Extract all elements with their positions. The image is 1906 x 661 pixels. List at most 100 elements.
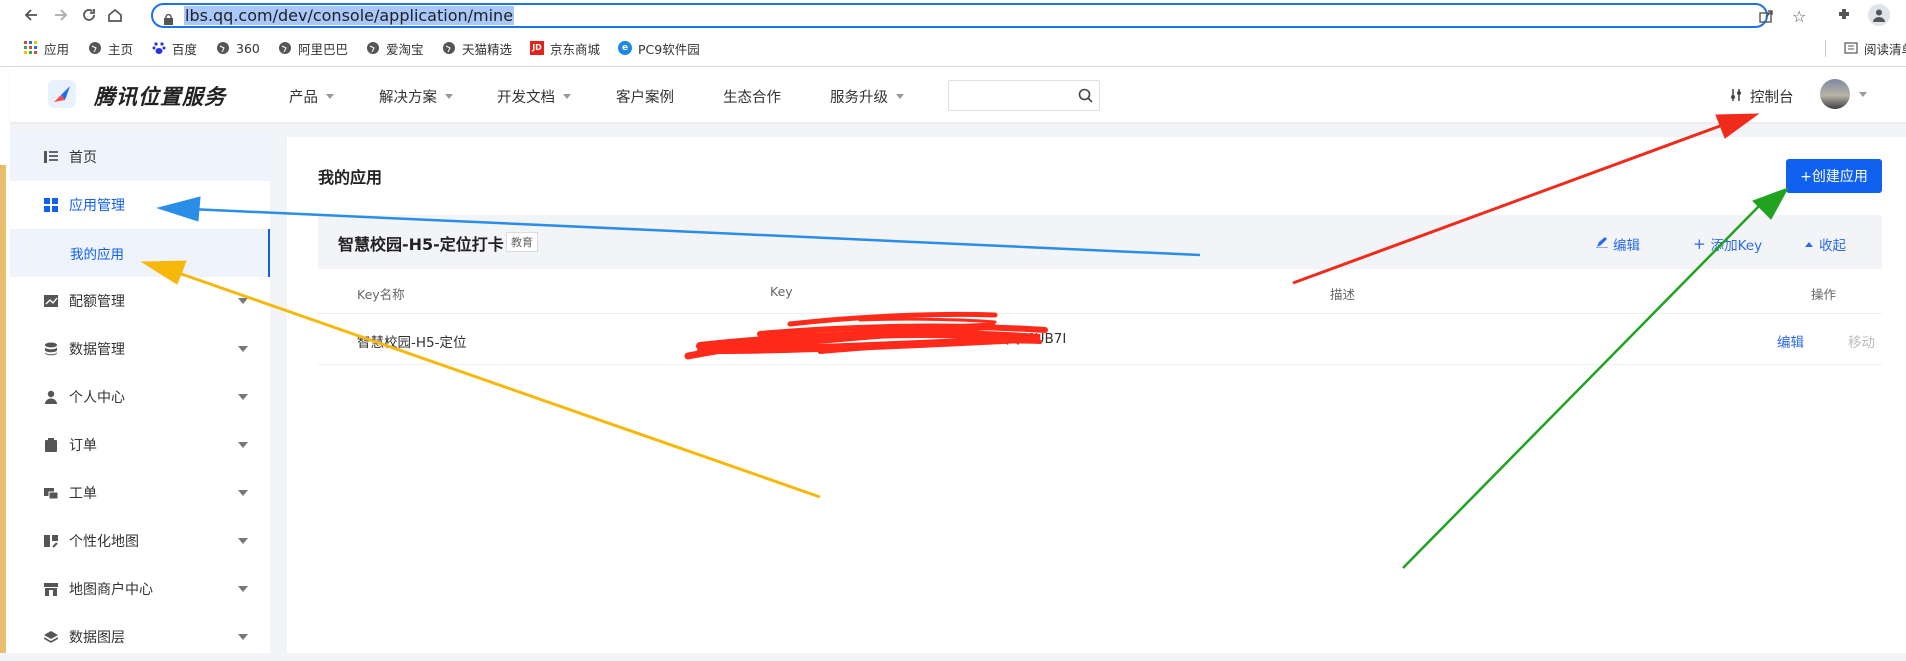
table-header-key: Key	[770, 284, 793, 299]
home-icon[interactable]	[104, 4, 126, 26]
avatar[interactable]	[1820, 79, 1850, 109]
apps-grid-icon	[44, 198, 58, 212]
chevron-down-icon	[238, 394, 248, 400]
chevron-down-icon	[238, 538, 248, 544]
search-icon[interactable]	[1078, 88, 1093, 107]
sidebar-item-tickets[interactable]: 工单	[10, 469, 270, 517]
nav-docs[interactable]: 开发文档	[497, 86, 571, 107]
bookmark-home[interactable]: 主页	[88, 38, 133, 58]
sidebar-item-app-management[interactable]: 应用管理	[10, 181, 270, 229]
pencil-icon	[1596, 236, 1608, 252]
chevron-down-icon	[445, 94, 453, 99]
chevron-down-icon[interactable]	[1859, 92, 1867, 97]
bookmark-star-icon[interactable]: ☆	[1792, 7, 1806, 26]
table-header-desc: 描述	[1330, 287, 1356, 302]
globe-icon	[442, 41, 456, 55]
store-icon	[44, 582, 58, 596]
globe-icon	[366, 41, 380, 55]
quota-chart-icon	[44, 294, 58, 308]
triangle-up-icon	[1805, 241, 1813, 247]
bookmark-baidu[interactable]: 百度	[152, 38, 197, 58]
sidebar-item-merchant[interactable]: 地图商户中心	[10, 565, 270, 613]
table-row: 智慧校园-H5-定位 -AQQ-6UB7I 编辑 移动	[318, 313, 1882, 365]
left-gold-bar	[0, 165, 6, 653]
chevron-down-icon	[238, 634, 248, 640]
lock-icon	[164, 10, 173, 25]
reading-list[interactable]: 阅读清单	[1844, 38, 1906, 58]
chevron-down-icon	[326, 94, 334, 99]
chevron-down-icon	[238, 346, 248, 352]
key-value-cell: -AQQ-6UB7I	[986, 331, 1067, 347]
table-header-key-name: Key名称	[357, 287, 405, 302]
sidebar-item-home[interactable]: 首页	[10, 133, 270, 181]
bookmark-tmall[interactable]: 天猫精选	[442, 38, 512, 58]
app-name: 智慧校园-H5-定位打卡	[338, 235, 504, 254]
chevron-down-icon	[238, 442, 248, 448]
ticket-icon	[44, 486, 59, 500]
profile-icon[interactable]	[1868, 4, 1890, 26]
user-icon	[44, 390, 58, 404]
nav-cases[interactable]: 客户案例	[616, 86, 674, 107]
sidebar-item-layers[interactable]: 数据图层	[10, 613, 270, 661]
forward-icon[interactable]	[50, 4, 72, 26]
app-category-tag: 教育	[506, 232, 538, 252]
row-move-link[interactable]: 移动	[1848, 331, 1875, 351]
globe-icon	[88, 41, 102, 55]
nav-products[interactable]: 产品	[289, 86, 334, 107]
sidebar-item-orders[interactable]: 订单	[10, 421, 270, 469]
jd-logo-icon: JD	[530, 41, 544, 55]
sidebar-item-data[interactable]: 数据管理	[10, 325, 270, 373]
sidebar-item-custom-map[interactable]: 个性化地图	[10, 517, 270, 565]
browser-toolbar: lbs.qq.com/dev/console/application/mine …	[0, 0, 1906, 30]
app-card-header: 智慧校园-H5-定位打卡 教育 编辑 + 添加Key 收起	[318, 215, 1882, 269]
edit-app-button[interactable]: 编辑	[1596, 234, 1640, 254]
sidebar-item-quota[interactable]: 配额管理	[10, 277, 270, 325]
sidebar: 首页 应用管理 我的应用 配额管理 数据管理 个人中心 订单 工单 个性化地图	[10, 133, 270, 653]
database-icon	[44, 342, 58, 356]
collapse-button[interactable]: 收起	[1805, 234, 1846, 254]
bookmark-jd[interactable]: JD 京东商城	[530, 38, 600, 58]
nav-upgrade[interactable]: 服务升级	[830, 86, 904, 107]
layers-icon	[43, 630, 59, 644]
site-header: 腾讯位置服务 产品 解决方案 开发文档 客户案例 生态合作 服务升级 控制台	[10, 67, 1906, 122]
sidebar-item-my-apps[interactable]: 我的应用	[10, 229, 270, 277]
key-name-cell: 智慧校园-H5-定位	[357, 335, 467, 351]
tencent-map-logo-icon[interactable]	[48, 80, 76, 108]
nav-ecosystem[interactable]: 生态合作	[723, 86, 781, 107]
console-link[interactable]: 控制台	[1730, 86, 1794, 107]
bookmark-alibaba[interactable]: 阿里巴巴	[278, 38, 348, 58]
bookmark-pc9[interactable]: e PC9软件园	[618, 38, 700, 58]
chevron-down-icon	[238, 490, 248, 496]
sliders-icon	[1730, 88, 1744, 106]
sidebar-item-profile[interactable]: 个人中心	[10, 373, 270, 421]
chevron-down-icon	[896, 94, 904, 99]
clipboard-icon	[44, 438, 58, 452]
bookmark-apps[interactable]: 应用	[24, 38, 69, 58]
url-text[interactable]: lbs.qq.com/dev/console/application/mine	[184, 6, 515, 25]
search-input[interactable]	[955, 81, 1073, 109]
globe-icon	[278, 41, 292, 55]
reading-list-icon	[1844, 41, 1858, 55]
nav-solutions[interactable]: 解决方案	[379, 86, 453, 107]
table-header-actions: 操作	[1811, 287, 1837, 302]
add-key-button[interactable]: + 添加Key	[1693, 234, 1762, 254]
bookmark-aitaobao[interactable]: 爱淘宝	[366, 38, 424, 58]
globe-icon	[216, 41, 230, 55]
bookmarks-bar: 应用 主页 百度 360 阿里巴巴 爱淘宝 天猫精选 JD 京东商城 e PC9软件…	[0, 30, 1906, 67]
row-edit-link[interactable]: 编辑	[1777, 331, 1804, 351]
bookmark-360[interactable]: 360	[216, 38, 260, 58]
brand-name[interactable]: 腾讯位置服务	[94, 81, 226, 111]
page-title: 我的应用	[318, 168, 383, 187]
reload-icon[interactable]	[78, 4, 100, 26]
create-app-button[interactable]: +创建应用	[1786, 159, 1882, 193]
plus-icon: +	[1693, 235, 1706, 253]
pc9-logo-icon: e	[618, 41, 632, 55]
address-bar[interactable]: lbs.qq.com/dev/console/application/mine …	[151, 3, 1806, 28]
search-box[interactable]	[948, 80, 1100, 111]
extensions-icon[interactable]	[1836, 6, 1852, 26]
bookmarks-divider	[1825, 40, 1826, 57]
share-icon[interactable]	[1758, 8, 1774, 28]
back-icon[interactable]	[20, 4, 42, 26]
chevron-down-icon	[238, 298, 248, 304]
chevron-down-icon	[238, 586, 248, 592]
